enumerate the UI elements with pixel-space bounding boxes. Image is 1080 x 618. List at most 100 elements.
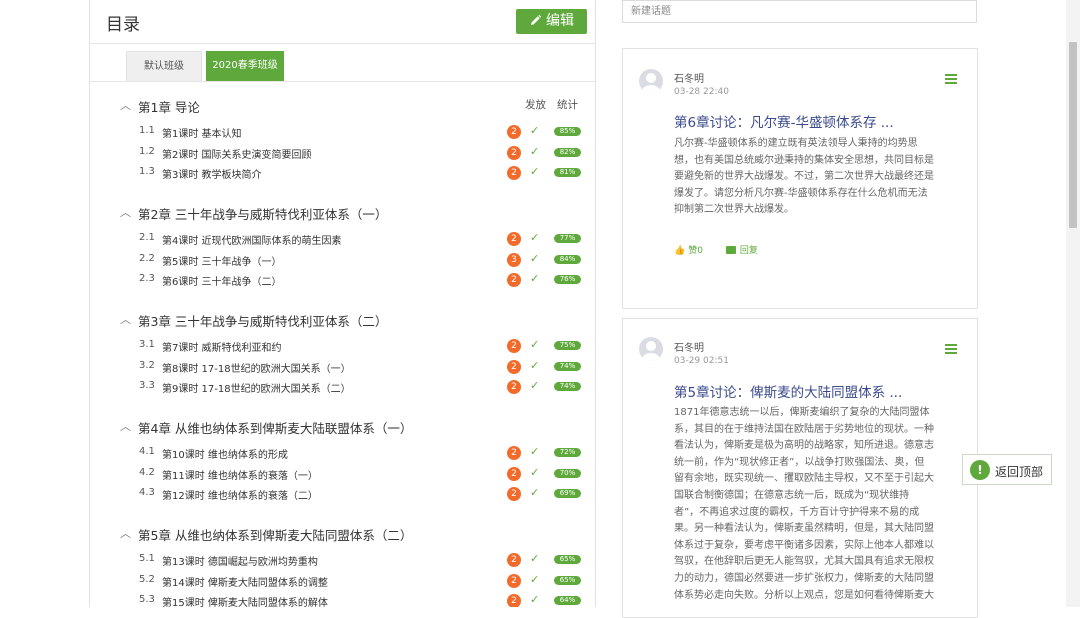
lesson-title[interactable]: 第4课时 近现代欧洲国际体系的萌生因素 (162, 232, 342, 247)
stats-percent[interactable]: 64% (554, 596, 581, 605)
lesson-title[interactable]: 第13课时 德国崛起与欧洲均势重构 (162, 553, 318, 568)
check-icon[interactable]: ✓ (530, 445, 539, 458)
lesson-title[interactable]: 第14课时 俾斯麦大陆同盟体系的调整 (162, 574, 328, 589)
chevron-up-icon[interactable]: ︿ (120, 311, 131, 327)
lesson-title[interactable]: 第11课时 维也纳体系的衰落（一） (162, 467, 318, 482)
lesson-title[interactable]: 第3课时 教学板块简介 (162, 166, 262, 181)
check-icon[interactable]: ✓ (530, 124, 539, 137)
stats-percent[interactable]: 74% (554, 362, 581, 371)
stats-percent[interactable]: 65% (554, 576, 581, 585)
lesson-title[interactable]: 第8课时 17-18世纪的欧洲大国关系（一） (162, 360, 351, 375)
lesson-title[interactable]: 第9课时 17-18世纪的欧洲大国关系（二） (162, 380, 351, 395)
page-scrollbar[interactable] (1066, 0, 1080, 607)
tab-2020-spring-class[interactable]: 2020春季班级 (206, 51, 284, 81)
like-button[interactable]: 👍 赞0 (674, 246, 703, 256)
stats-percent[interactable]: 82% (554, 148, 581, 157)
lesson-row[interactable]: 2.1 第4课时 近现代欧洲国际体系的萌生因素 2 ✓ 77% (90, 231, 595, 248)
release-count-badge[interactable]: 2 (507, 360, 521, 374)
lesson-title[interactable]: 第15课时 俾斯麦大陆同盟体系的解体 (162, 594, 328, 607)
edit-button[interactable]: 编辑 (516, 9, 587, 34)
check-icon[interactable]: ✓ (530, 272, 539, 285)
release-count-badge[interactable]: 2 (507, 446, 521, 460)
lesson-title[interactable]: 第2课时 国际关系史演变简要回顾 (162, 146, 312, 161)
menu-icon[interactable] (945, 74, 957, 86)
check-icon[interactable]: ✓ (530, 359, 539, 372)
lesson-row[interactable]: 5.2 第14课时 俾斯麦大陆同盟体系的调整 2 ✓ 65% (90, 573, 595, 590)
check-icon[interactable]: ✓ (530, 231, 539, 244)
chevron-up-icon[interactable]: ︿ (120, 525, 131, 541)
release-count-badge[interactable]: 2 (507, 487, 521, 501)
stats-percent[interactable]: 77% (554, 234, 581, 243)
lesson-row[interactable]: 5.1 第13课时 德国崛起与欧洲均势重构 2 ✓ 65% (90, 552, 595, 569)
release-count-badge[interactable]: 3 (507, 253, 521, 267)
stats-percent[interactable]: 72% (554, 448, 581, 457)
release-count-badge[interactable]: 2 (507, 166, 521, 180)
avatar[interactable] (639, 69, 663, 93)
chapter-row[interactable]: ︿ 第2章 三十年战争与威斯特伐利亚体系（一） (90, 204, 595, 224)
lesson-row[interactable]: 3.3 第9课时 17-18世纪的欧洲大国关系（二） 2 ✓ 74% (90, 379, 595, 396)
lesson-title[interactable]: 第12课时 维也纳体系的衰落（二） (162, 487, 318, 502)
stats-percent[interactable]: 65% (554, 555, 581, 564)
tab-default-class[interactable]: 默认班级 (126, 51, 202, 81)
stats-percent[interactable]: 84% (554, 255, 581, 264)
lesson-row[interactable]: 5.3 第15课时 俾斯麦大陆同盟体系的解体 2 ✓ 64% (90, 593, 595, 607)
release-count-badge[interactable]: 2 (507, 232, 521, 246)
check-icon[interactable]: ✓ (530, 466, 539, 479)
lesson-row[interactable]: 3.2 第8课时 17-18世纪的欧洲大国关系（一） 2 ✓ 74% (90, 359, 595, 376)
lesson-title[interactable]: 第5课时 三十年战争（一） (162, 253, 282, 268)
check-icon[interactable]: ✓ (530, 552, 539, 565)
chevron-up-icon[interactable]: ︿ (120, 204, 131, 220)
release-count-badge[interactable]: 2 (507, 146, 521, 160)
chevron-up-icon[interactable]: ︿ (120, 418, 131, 434)
stats-percent[interactable]: 76% (554, 275, 581, 284)
check-icon[interactable]: ✓ (530, 338, 539, 351)
release-count-badge[interactable]: 2 (507, 339, 521, 353)
release-count-badge[interactable]: 2 (507, 467, 521, 481)
post-author[interactable]: 石冬明 (674, 339, 704, 354)
chapter-row[interactable]: ︿ 第5章 从维也纳体系到俾斯麦大陆同盟体系（二） (90, 525, 595, 545)
lesson-row[interactable]: 4.3 第12课时 维也纳体系的衰落（二） 2 ✓ 69% (90, 486, 595, 503)
release-count-badge[interactable]: 2 (507, 594, 521, 607)
release-count-badge[interactable]: 2 (507, 553, 521, 567)
release-count-badge[interactable]: 2 (507, 380, 521, 394)
lesson-row[interactable]: 1.3 第3课时 教学板块简介 2 ✓ 81% (90, 165, 595, 182)
check-icon[interactable]: ✓ (530, 252, 539, 265)
scrollbar-thumb[interactable] (1069, 42, 1077, 228)
menu-icon[interactable] (945, 344, 957, 356)
lesson-row[interactable]: 3.1 第7课时 威斯特伐利亚和约 2 ✓ 75% (90, 338, 595, 355)
check-icon[interactable]: ✓ (530, 165, 539, 178)
check-icon[interactable]: ✓ (530, 145, 539, 158)
chapter-row[interactable]: ︿ 第4章 从维也纳体系到俾斯麦大陆联盟体系（一） (90, 418, 595, 438)
check-icon[interactable]: ✓ (530, 593, 539, 606)
check-icon[interactable]: ✓ (530, 573, 539, 586)
lesson-title[interactable]: 第7课时 威斯特伐利亚和约 (162, 339, 282, 354)
stats-percent[interactable]: 69% (554, 489, 581, 498)
lesson-row[interactable]: 2.3 第6课时 三十年战争（二） 2 ✓ 76% (90, 272, 595, 289)
chapter-row[interactable]: ︿ 第3章 三十年战争与威斯特伐利亚体系（二） (90, 311, 595, 331)
stats-percent[interactable]: 74% (554, 382, 581, 391)
release-count-badge[interactable]: 2 (507, 125, 521, 139)
check-icon[interactable]: ✓ (530, 379, 539, 392)
new-topic-input[interactable]: 新建话题 (622, 0, 977, 23)
stats-percent[interactable]: 81% (554, 168, 581, 177)
chapter-row[interactable]: ︿ 第1章 导论 发放 统计 (90, 97, 595, 117)
post-title[interactable]: 第5章讨论：俾斯麦的大陆同盟体系 ... (674, 381, 902, 401)
stats-percent[interactable]: 85% (554, 127, 581, 136)
stats-percent[interactable]: 70% (554, 469, 581, 478)
release-count-badge[interactable]: 2 (507, 574, 521, 588)
lesson-row[interactable]: 1.2 第2课时 国际关系史演变简要回顾 2 ✓ 82% (90, 145, 595, 162)
post-author[interactable]: 石冬明 (674, 70, 704, 85)
check-icon[interactable]: ✓ (530, 486, 539, 499)
reply-button[interactable]: 回复 (725, 246, 758, 256)
release-count-badge[interactable]: 2 (507, 273, 521, 287)
lesson-row[interactable]: 4.2 第11课时 维也纳体系的衰落（一） 2 ✓ 70% (90, 466, 595, 483)
lesson-row[interactable]: 2.2 第5课时 三十年战争（一） 3 ✓ 84% (90, 252, 595, 269)
lesson-title[interactable]: 第10课时 维也纳体系的形成 (162, 446, 288, 461)
post-title[interactable]: 第6章讨论：凡尔赛-华盛顿体系存 ... (674, 111, 894, 131)
lesson-title[interactable]: 第6课时 三十年战争（二） (162, 273, 282, 288)
stats-percent[interactable]: 75% (554, 341, 581, 350)
chevron-up-icon[interactable]: ︿ (120, 97, 131, 113)
lesson-row[interactable]: 1.1 第1课时 基本认知 2 ✓ 85% (90, 124, 595, 141)
lesson-row[interactable]: 4.1 第10课时 维也纳体系的形成 2 ✓ 72% (90, 445, 595, 462)
back-to-top-button[interactable]: ! 返回顶部 (962, 454, 1052, 485)
